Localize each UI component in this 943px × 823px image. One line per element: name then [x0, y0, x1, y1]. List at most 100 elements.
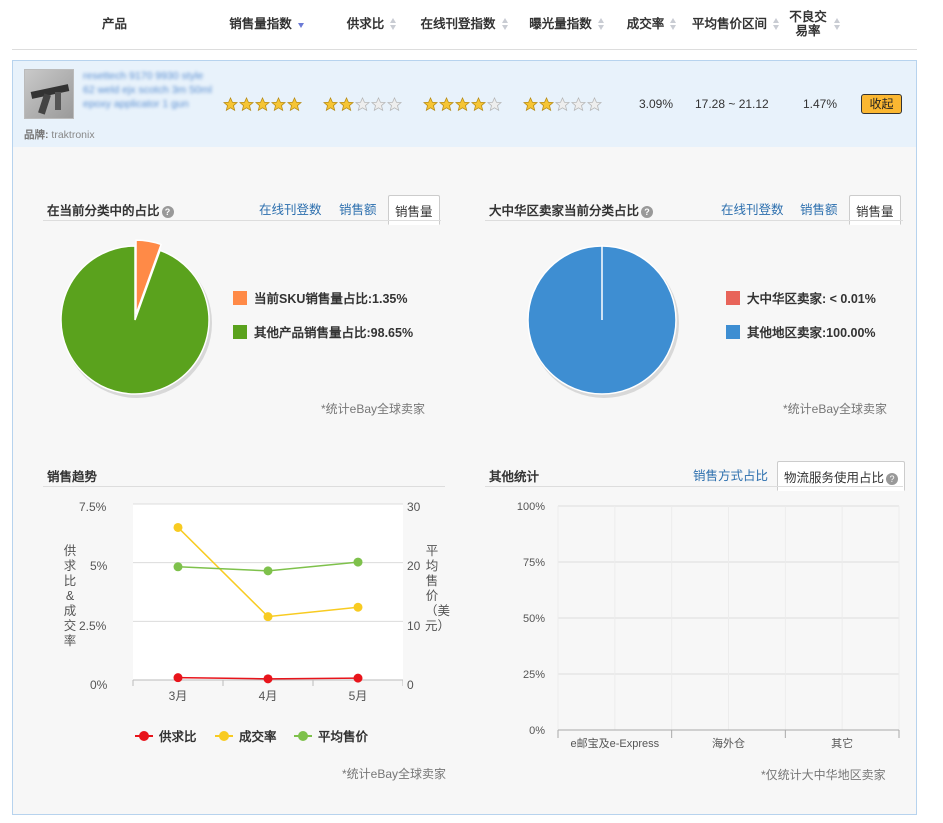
- legend-marker: [135, 730, 153, 741]
- table-header: 产品 销售量指数 供求比 在线刊登指数 曝光量指数 成交率 平均售价区间 不良交…: [12, 0, 917, 50]
- col-label: 供求比: [346, 17, 385, 31]
- left-tick: 5%: [90, 559, 108, 573]
- x-tick-label: 5月: [349, 689, 368, 703]
- brand-value: traktronix: [51, 129, 95, 141]
- collapse-button[interactable]: 收起: [861, 94, 902, 114]
- data-point[interactable]: [173, 522, 183, 532]
- col-label: 不良交易率: [789, 10, 827, 38]
- trend-legend-conversion[interactable]: 成交率: [215, 726, 277, 745]
- x-tick-label: e邮宝及e-Express: [571, 736, 660, 750]
- legend-current-sku: 当前SKU销售量占比:1.35%: [233, 288, 408, 307]
- sort-icon: [773, 17, 780, 31]
- tab-listing-count[interactable]: 在线刊登数: [721, 199, 784, 218]
- star-empty-icon: [387, 97, 402, 112]
- legend-marker: [294, 730, 312, 741]
- legend-label: 平均售价: [318, 730, 369, 744]
- data-point[interactable]: [353, 602, 363, 612]
- col-label: 平均售价区间: [692, 17, 768, 31]
- star-filled-icon: [439, 97, 454, 112]
- sort-icon: [597, 17, 605, 31]
- product-title-link[interactable]: resettech 9170 9930 style 62 weld ejx sc…: [83, 69, 213, 111]
- supply-ratio-stars: [323, 97, 402, 112]
- star-filled-icon: [239, 97, 254, 112]
- legend-other-products: 其他产品销售量占比:98.65%: [233, 322, 413, 341]
- product-row[interactable]: resettech 9170 9930 style 62 weld ejx sc…: [12, 60, 917, 147]
- section-title-text: 大中华区卖家当前分类占比: [489, 204, 640, 218]
- legend-label: 当前SKU销售量占比:1.35%: [254, 292, 408, 306]
- col-avg-price[interactable]: 平均售价区间: [692, 0, 780, 48]
- star-empty-icon: [555, 97, 570, 112]
- star-filled-icon: [539, 97, 554, 112]
- sort-icon: [834, 17, 841, 31]
- data-point[interactable]: [263, 612, 273, 622]
- star-filled-icon: [523, 97, 538, 112]
- detail-panel: 在当前分类中的占比? 在线刊登数 销售额 销售量 当前SKU销售量占比:1.35…: [12, 147, 917, 815]
- col-product[interactable]: 产品: [67, 0, 162, 48]
- tab-listing-count[interactable]: 在线刊登数: [259, 199, 322, 218]
- product-thumbnail[interactable]: [24, 69, 74, 119]
- right-tick: 10: [407, 619, 421, 633]
- col-label: 曝光量指数: [529, 17, 592, 31]
- data-point[interactable]: [173, 673, 183, 683]
- data-point[interactable]: [353, 557, 363, 567]
- y-tick-label: 0%: [529, 725, 545, 737]
- data-point[interactable]: [353, 673, 363, 683]
- data-point[interactable]: [173, 562, 183, 572]
- legend-label: 成交率: [239, 730, 277, 744]
- trend-legend-avg-price[interactable]: 平均售价: [294, 726, 368, 745]
- legend-swatch: [233, 324, 247, 339]
- y-tick-label: 75%: [523, 557, 545, 569]
- legend-marker: [215, 730, 233, 741]
- help-icon[interactable]: ?: [161, 205, 174, 218]
- sales-trend-chart: 3月 4月 5月: [132, 503, 403, 703]
- star-filled-icon: [455, 97, 470, 112]
- col-supply-ratio[interactable]: 供求比: [332, 0, 412, 48]
- legend-swatch: [726, 290, 740, 305]
- data-point[interactable]: [263, 674, 273, 684]
- help-icon[interactable]: ?: [886, 472, 899, 485]
- tab-sales-method[interactable]: 销售方式占比: [693, 465, 768, 484]
- help-icon[interactable]: ?: [641, 205, 654, 218]
- data-point[interactable]: [263, 566, 273, 576]
- sort-icon: [670, 17, 677, 31]
- tab-sales-amount[interactable]: 销售额: [800, 199, 838, 218]
- star-filled-icon: [323, 97, 338, 112]
- sales-trend-note: *统计eBay全球卖家: [342, 767, 447, 781]
- legend-china-sellers: 大中华区卖家: < 0.01%: [726, 288, 876, 307]
- avg-price-range-value: 17.28 ~ 21.12: [695, 97, 769, 111]
- sales-trend-title: 销售趋势: [47, 470, 98, 484]
- category-share-pie: [60, 239, 212, 398]
- right-axis-label: 平均售价（美元）: [425, 544, 451, 633]
- star-empty-icon: [371, 97, 386, 112]
- tab-sales-amount[interactable]: 销售额: [339, 199, 377, 218]
- col-label: 成交率: [626, 17, 665, 31]
- y-tick-label: 50%: [523, 613, 545, 625]
- col-bad-trade-rate[interactable]: 不良交易率: [782, 0, 847, 48]
- star-empty-icon: [487, 97, 502, 112]
- category-share-note: *统计eBay全球卖家: [321, 402, 426, 416]
- left-tick: 7.5%: [79, 500, 107, 514]
- other-stats-note: *仅统计大中华地区卖家: [761, 768, 886, 782]
- right-tick: 0: [407, 678, 414, 692]
- left-tick: 2.5%: [79, 619, 107, 633]
- col-listing-index[interactable]: 在线刊登指数: [417, 0, 512, 48]
- china-share-note: *统计eBay全球卖家: [783, 402, 888, 416]
- col-exposure-index[interactable]: 曝光量指数: [522, 0, 612, 48]
- tab-label: 物流服务使用占比: [784, 471, 885, 485]
- sort-icon: [390, 17, 397, 31]
- sort-desc-icon: [297, 17, 305, 31]
- x-tick-label: 4月: [259, 689, 278, 703]
- y-tick-label: 25%: [523, 669, 545, 681]
- trend-legend-supply-ratio[interactable]: 供求比: [135, 726, 197, 745]
- x-tick-label: 海外仓: [712, 736, 745, 750]
- category-share-title: 在当前分类中的占比?: [47, 200, 174, 219]
- product-brand: 品牌: traktronix: [24, 127, 95, 142]
- legend-label: 其他产品销售量占比:98.65%: [254, 326, 414, 340]
- col-sales-index[interactable]: 销售量指数: [217, 0, 317, 48]
- legend-label: 其他地区卖家:100.00%: [747, 326, 876, 340]
- col-conversion-rate[interactable]: 成交率: [617, 0, 687, 48]
- pie-slice-1: [60, 245, 210, 395]
- other-stats-title: 其他统计: [489, 470, 540, 484]
- left-tick: 0%: [90, 678, 108, 692]
- china-share-title: 大中华区卖家当前分类占比?: [489, 200, 654, 219]
